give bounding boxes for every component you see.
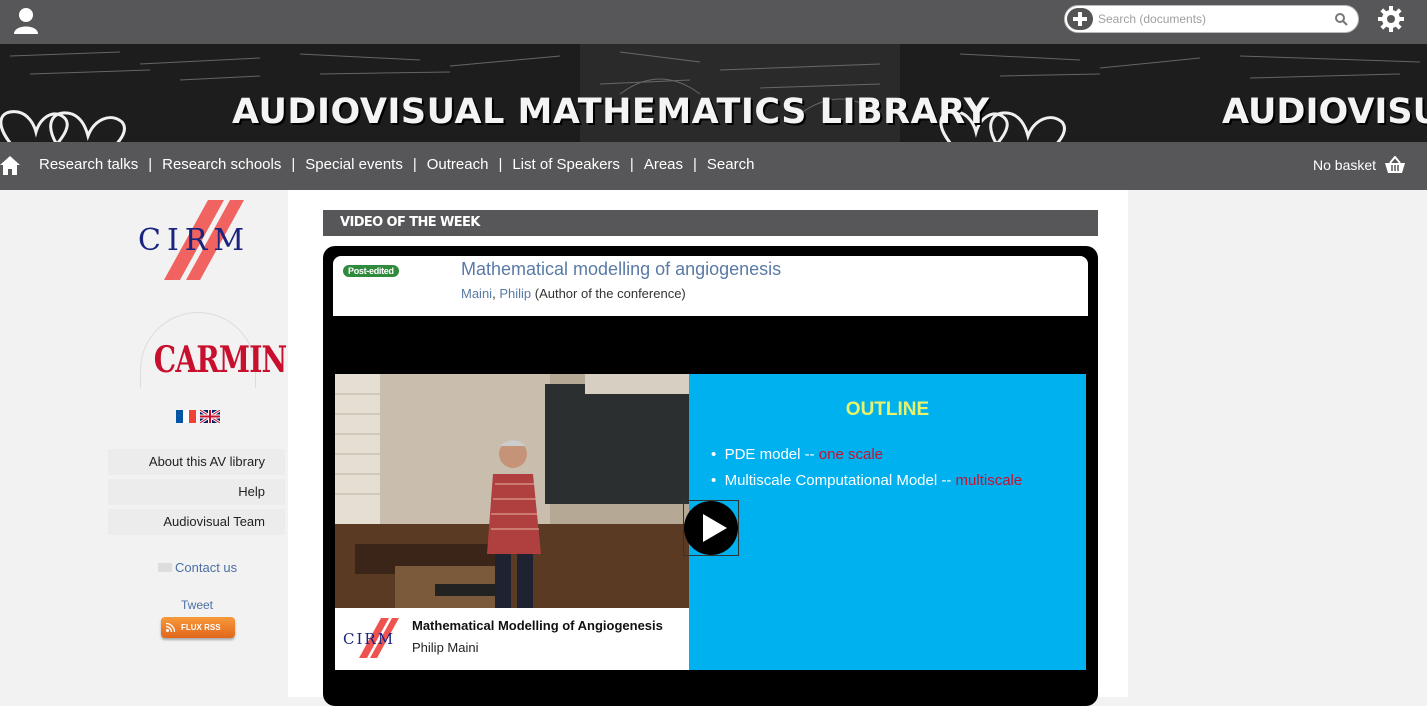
slide-heading: OUTLINE: [845, 399, 930, 420]
contact-link[interactable]: Contact us: [158, 560, 237, 575]
banner: AUDIOVISUAL MATHEMATICS LIBRARY AUDIOVIS…: [0, 44, 1427, 142]
nav-separator: |: [148, 156, 153, 173]
carmin-logo-text: CARMIN: [153, 339, 287, 381]
rss-label: FLUX RSS: [181, 623, 221, 632]
fr-flag-icon[interactable]: [176, 410, 196, 423]
caption-logo-text: CIRM: [343, 630, 395, 648]
rss-button[interactable]: FLUX RSS: [161, 617, 235, 638]
author-role: (Author of the conference): [534, 286, 686, 301]
nav-separator: |: [629, 156, 634, 173]
nav-list-of-speakers[interactable]: List of Speakers: [512, 156, 620, 173]
search-icon[interactable]: [1334, 12, 1348, 26]
add-icon: [1073, 12, 1087, 26]
talk-title[interactable]: Mathematical modelling of angiogenesis: [461, 259, 781, 280]
banner-title-repeat: AUDIOVISU: [1222, 92, 1427, 132]
author-last-name-link[interactable]: Maini: [461, 286, 492, 301]
sidebar: CIRM CARMIN About this AV library Help A…: [108, 190, 288, 697]
language-switcher: [176, 410, 220, 423]
search-box: [1064, 5, 1359, 33]
search-input[interactable]: [1098, 9, 1328, 29]
slide-bullet-2-text: Multiscale Computational Model --: [724, 472, 956, 489]
gear-icon[interactable]: [1377, 5, 1405, 33]
sidebar-link-help[interactable]: Help: [108, 479, 285, 505]
post-edited-badge: Post-edited: [343, 265, 399, 277]
cirm-logo[interactable]: CIRM: [138, 200, 268, 285]
author-first-name-link[interactable]: Philip: [499, 286, 531, 301]
nav-research-schools[interactable]: Research schools: [162, 156, 281, 173]
nav-separator: |: [412, 156, 417, 173]
nav-research-talks[interactable]: Research talks: [39, 156, 138, 173]
talk-author: Maini, Philip (Author of the conference): [461, 286, 686, 301]
video-card-header: Post-edited Mathematical modelling of an…: [333, 256, 1088, 316]
nav-separator: |: [693, 156, 697, 173]
speaker-image: [335, 374, 689, 608]
home-icon[interactable]: [0, 155, 20, 175]
main-nav: Research talks | Research schools | Spec…: [0, 142, 1427, 190]
caption-cirm-logo: CIRM: [343, 618, 399, 658]
contact-label: Contact us: [175, 560, 238, 575]
cirm-logo-text: CIRM: [138, 223, 250, 258]
video-speaker-frame: [335, 374, 689, 608]
basket-label: No basket: [1313, 157, 1377, 173]
user-icon[interactable]: [12, 6, 40, 36]
slide-bullet-2: • Multiscale Computational Model -- mult…: [711, 472, 1023, 489]
carmin-logo[interactable]: CARMIN: [140, 312, 287, 388]
presentation-slide: OUTLINE • PDE model -- one scale • Multi…: [689, 374, 1086, 670]
slide-bullet-1-text: PDE model --: [724, 446, 819, 463]
uk-flag-icon[interactable]: [200, 410, 220, 423]
nav-separator: |: [498, 156, 503, 173]
rss-icon: [166, 623, 175, 632]
slide-bullet-1: • PDE model -- one scale: [711, 446, 884, 463]
caption-speaker: Philip Maini: [412, 640, 479, 655]
slide-bullet-2-highlight: multiscale: [955, 472, 1023, 489]
mail-icon: [158, 563, 172, 572]
nav-areas[interactable]: Areas: [644, 156, 683, 173]
top-bar: [0, 0, 1427, 44]
caption-title: Mathematical Modelling of Angiogenesis: [412, 618, 663, 633]
basket-link[interactable]: No basket: [1313, 156, 1406, 174]
nav-separator: |: [291, 156, 296, 173]
section-title: VIDEO OF THE WEEK: [323, 210, 1098, 236]
nav-items: Research talks | Research schools | Spec…: [39, 156, 754, 173]
nav-search[interactable]: Search: [707, 156, 755, 173]
video-caption: CIRM Mathematical Modelling of Angiogene…: [335, 608, 689, 670]
nav-outreach[interactable]: Outreach: [427, 156, 489, 173]
slide-bullet-1-highlight: one scale: [818, 446, 884, 463]
nav-special-events[interactable]: Special events: [305, 156, 403, 173]
play-button-icon[interactable]: [683, 500, 739, 556]
sidebar-link-av-team[interactable]: Audiovisual Team: [108, 509, 285, 535]
banner-title: AUDIOVISUAL MATHEMATICS LIBRARY: [232, 92, 990, 132]
sidebar-link-about[interactable]: About this AV library: [108, 449, 285, 475]
tweet-link[interactable]: Tweet: [181, 598, 213, 612]
add-button[interactable]: [1067, 8, 1093, 30]
basket-icon: [1385, 156, 1406, 173]
